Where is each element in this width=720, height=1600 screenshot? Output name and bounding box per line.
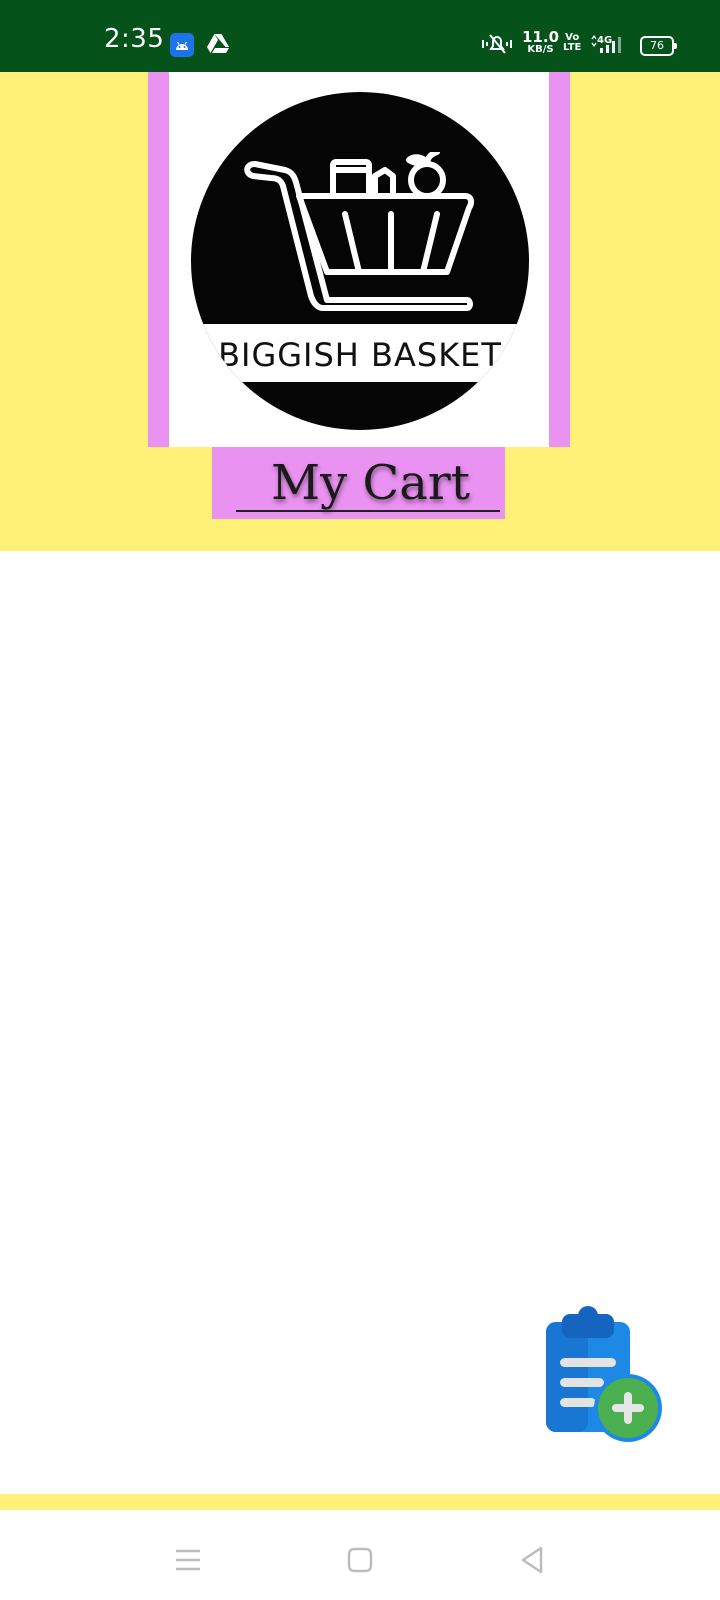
menu-button[interactable] [168, 1540, 208, 1580]
battery-icon: 76 [640, 36, 677, 56]
bottom-strip [0, 1494, 720, 1510]
net-speed-unit: KB/S [527, 44, 554, 55]
shopping-cart-icon [244, 152, 475, 311]
drive-icon [206, 33, 230, 59]
clipboard-add-icon [546, 1306, 662, 1442]
menu-icon [176, 1549, 200, 1571]
logo-image: BIGGISH BASKET [169, 72, 549, 447]
net-speed-value: 11.0 [522, 28, 560, 46]
android-notification-icon [170, 33, 194, 57]
title-underline [236, 510, 500, 512]
home-icon [347, 1547, 373, 1573]
back-icon [521, 1546, 543, 1574]
vibrate-mute-icon [480, 33, 514, 59]
network-speed: 11.0 KB/S [522, 30, 559, 55]
network-type: 4G [597, 35, 612, 46]
volte-bottom: LTE [563, 42, 582, 53]
add-to-cart-list-button[interactable] [540, 1306, 664, 1446]
back-button[interactable] [512, 1540, 552, 1580]
status-bar: 2:35 11.0 KB/S Vo LTE 4G 76 [0, 0, 720, 72]
page-title-box: My Cart [212, 447, 505, 519]
logo-frame: BIGGISH BASKET [148, 72, 570, 447]
signal-icon: 4G [590, 33, 630, 59]
navigation-bar [0, 1510, 720, 1600]
battery-level: 76 [650, 39, 664, 52]
page-title: My Cart [270, 455, 471, 511]
header-area: BIGGISH BASKET My Cart [0, 72, 720, 551]
logo-text: BIGGISH BASKET [218, 336, 502, 374]
logo-circle: BIGGISH BASKET [191, 92, 529, 430]
volte-indicator: Vo LTE [563, 33, 581, 53]
home-button[interactable] [340, 1540, 380, 1580]
status-time: 2:35 [104, 24, 165, 54]
